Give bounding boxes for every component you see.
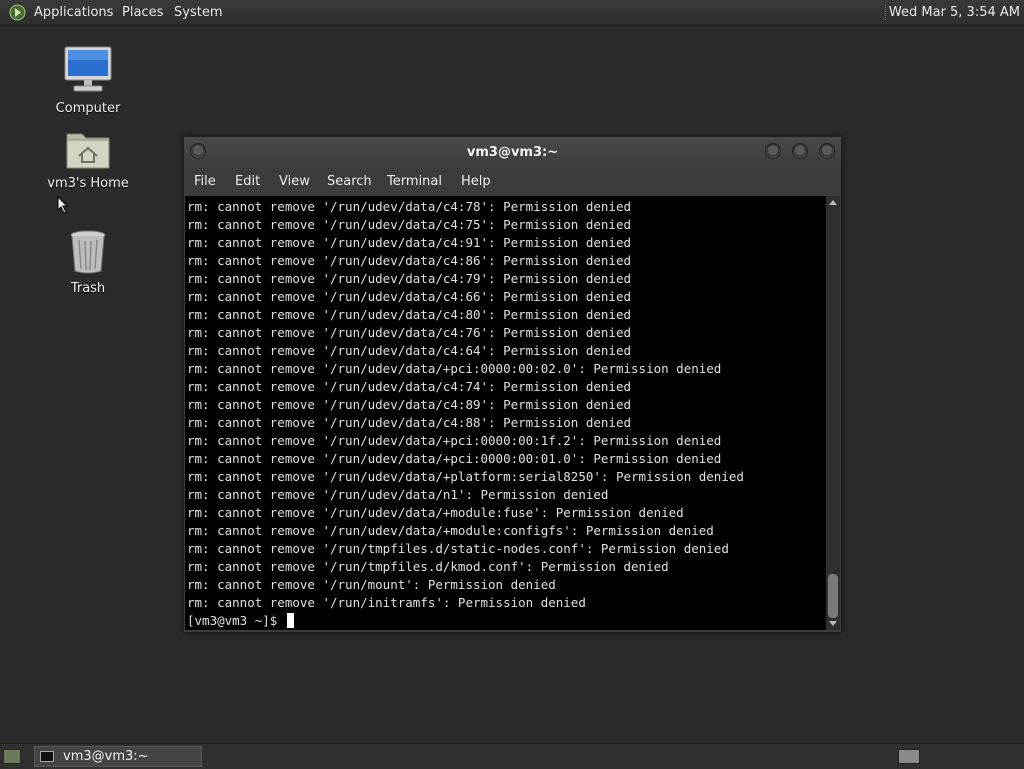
terminal-line: rm: cannot remove '/run/udev/data/+pci:0… — [187, 361, 722, 376]
places-menu[interactable]: Places — [122, 5, 163, 20]
trash-icon — [70, 230, 106, 274]
scroll-up-icon[interactable] — [829, 200, 837, 205]
terminal-line: rm: cannot remove '/run/udev/data/c4:86'… — [187, 253, 632, 268]
menu-search[interactable]: Search — [327, 174, 372, 189]
scrollbar-thumb[interactable] — [828, 574, 838, 618]
terminal-line: rm: cannot remove '/run/mount': Permissi… — [187, 577, 556, 592]
window-title: vm3@vm3:~ — [466, 145, 559, 160]
bottom-panel: vm3@vm3:~ — [0, 743, 1024, 769]
menu-help[interactable]: Help — [461, 174, 491, 189]
menu-view[interactable]: View — [279, 174, 310, 189]
terminal-line: rm: cannot remove '/run/udev/data/c4:79'… — [187, 271, 632, 286]
terminal-line: rm: cannot remove '/run/udev/data/c4:74'… — [187, 379, 632, 394]
desktop-icon-label: Computer — [55, 101, 121, 116]
terminal-prompt-line[interactable]: [vm3@vm3 ~]$ — [187, 612, 294, 630]
scroll-down-icon[interactable] — [829, 621, 837, 626]
distro-logo-icon[interactable] — [9, 4, 26, 21]
workspace-switcher[interactable] — [898, 749, 920, 764]
terminal-output[interactable]: rm: cannot remove '/run/udev/data/c4:78'… — [185, 196, 826, 630]
system-menu[interactable]: System — [174, 5, 222, 20]
taskbar-button-label: vm3@vm3:~ — [63, 749, 149, 764]
desktop-icon-trash[interactable]: Trash — [40, 229, 136, 296]
computer-icon — [64, 46, 112, 92]
terminal-line: rm: cannot remove '/run/udev/data/c4:76'… — [187, 325, 632, 340]
terminal-line: rm: cannot remove '/run/udev/data/n1': P… — [187, 487, 609, 502]
desktop-icon-computer[interactable]: Computer — [40, 45, 136, 116]
terminal-line: rm: cannot remove '/run/udev/data/c4:66'… — [187, 289, 632, 304]
terminal-line: rm: cannot remove '/run/tmpfiles.d/kmod.… — [187, 559, 669, 574]
terminal-line: rm: cannot remove '/run/udev/data/c4:80'… — [187, 307, 632, 322]
panel-separator — [885, 5, 888, 20]
taskbar-button-terminal[interactable]: vm3@vm3:~ — [34, 746, 202, 767]
terminal-line: rm: cannot remove '/run/udev/data/+platf… — [187, 469, 744, 484]
window-menubar: File Edit View Search Terminal Help — [184, 167, 841, 196]
close-icon[interactable] — [819, 143, 835, 159]
applications-menu[interactable]: Applications — [34, 5, 113, 20]
top-panel: Applications Places System Wed Mar 5, 3:… — [0, 0, 1024, 26]
window-titlebar[interactable]: vm3@vm3:~ — [184, 137, 841, 167]
menu-file[interactable]: File — [194, 174, 216, 189]
terminal-line: rm: cannot remove '/run/udev/data/+pci:0… — [187, 451, 722, 466]
terminal-line: rm: cannot remove '/run/udev/data/c4:64'… — [187, 343, 632, 358]
show-desktop-icon[interactable] — [3, 749, 21, 764]
terminal-line: rm: cannot remove '/run/udev/data/+modul… — [187, 523, 714, 538]
desktop-icon-label: vm3's Home — [47, 176, 129, 191]
terminal-icon — [40, 751, 54, 762]
terminal-prompt: [vm3@vm3 ~]$ — [187, 613, 285, 628]
desktop-icon-label: Trash — [70, 281, 106, 296]
terminal-window[interactable]: vm3@vm3:~ File Edit View Search Terminal… — [183, 136, 842, 633]
home-folder-icon — [66, 133, 110, 169]
terminal-scrollbar[interactable] — [826, 196, 840, 630]
desktop-icon-home[interactable]: vm3's Home — [40, 128, 136, 191]
menu-edit[interactable]: Edit — [235, 174, 260, 189]
maximize-icon[interactable] — [792, 143, 808, 159]
terminal-line: rm: cannot remove '/run/udev/data/c4:91'… — [187, 235, 632, 250]
menu-terminal[interactable]: Terminal — [387, 174, 442, 189]
terminal-line: rm: cannot remove '/run/udev/data/c4:75'… — [187, 217, 632, 232]
terminal-line: rm: cannot remove '/run/udev/data/c4:89'… — [187, 397, 632, 412]
mouse-pointer-icon — [57, 196, 69, 214]
terminal-line: rm: cannot remove '/run/udev/data/+pci:0… — [187, 433, 722, 448]
terminal-line: rm: cannot remove '/run/udev/data/+modul… — [187, 505, 684, 520]
clock[interactable]: Wed Mar 5, 3:54 AM — [889, 5, 1020, 20]
text-cursor — [286, 613, 294, 628]
terminal-line: rm: cannot remove '/run/udev/data/c4:88'… — [187, 415, 632, 430]
terminal-line: rm: cannot remove '/run/initramfs': Perm… — [187, 595, 586, 610]
terminal-line: rm: cannot remove '/run/tmpfiles.d/stati… — [187, 541, 729, 556]
minimize-icon[interactable] — [765, 143, 781, 159]
terminal-line: rm: cannot remove '/run/udev/data/c4:78'… — [187, 199, 632, 214]
